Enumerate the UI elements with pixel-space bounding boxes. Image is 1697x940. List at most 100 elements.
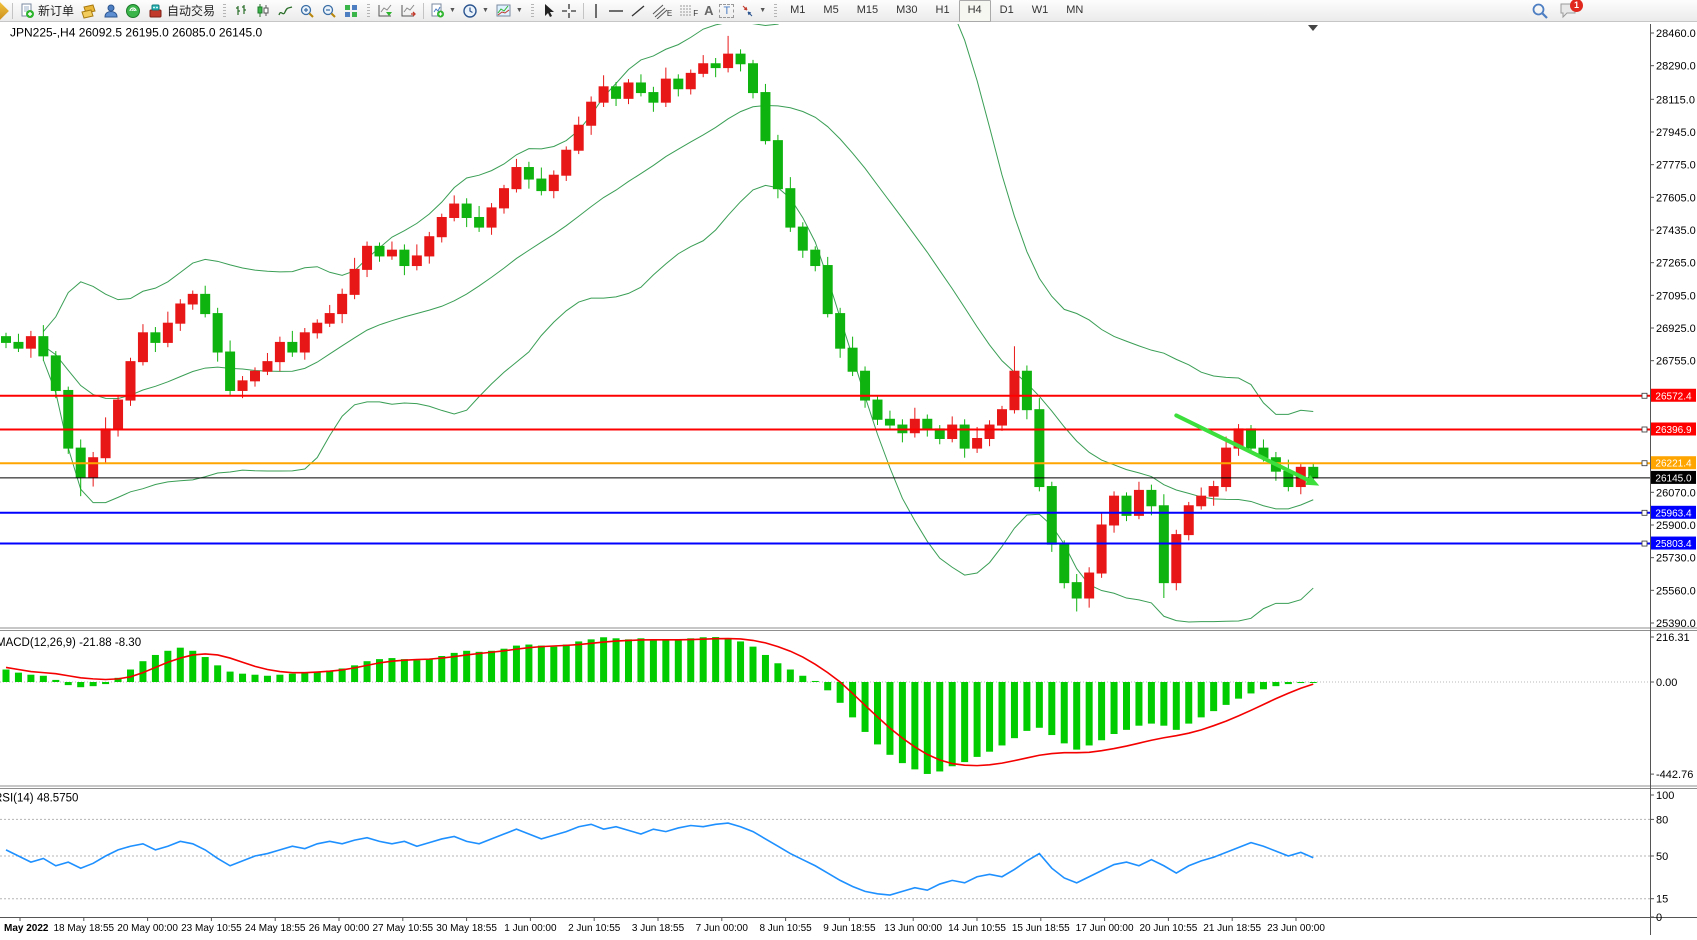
line-handle[interactable] bbox=[1642, 393, 1647, 398]
line-chart-icon bbox=[277, 3, 293, 19]
auto-scroll-icon bbox=[377, 3, 394, 19]
line-handle[interactable] bbox=[1642, 510, 1647, 515]
crosshair-icon bbox=[561, 3, 577, 19]
price-axis-label: 25560.0 bbox=[1656, 585, 1696, 597]
rsi-line bbox=[6, 823, 1313, 895]
price-axis-label: 27435.0 bbox=[1656, 225, 1696, 237]
equidistant-channel-tool[interactable]: E bbox=[649, 0, 675, 22]
price-axis-label: 26070.0 bbox=[1656, 487, 1696, 499]
price-axis-label: 25730.0 bbox=[1656, 553, 1696, 565]
vertical-line-icon bbox=[590, 3, 602, 19]
candles bbox=[2, 36, 1318, 612]
templates-button[interactable]: ▼ bbox=[492, 0, 526, 22]
time-axis-label: 27 May 10:55 bbox=[372, 923, 433, 934]
price-axis-label: 27265.0 bbox=[1656, 258, 1696, 270]
zoom-out-icon bbox=[321, 3, 337, 19]
text-label-tool[interactable]: T bbox=[716, 0, 737, 22]
arrows-tool[interactable]: ▼ bbox=[737, 0, 769, 22]
label-tool-icon: T bbox=[719, 4, 734, 18]
search-icon[interactable] bbox=[1531, 2, 1549, 20]
timeframe-d1[interactable]: D1 bbox=[991, 0, 1023, 22]
time-axis-label: 14 Jun 10:55 bbox=[948, 923, 1006, 934]
candlestick-chart-button[interactable] bbox=[252, 0, 274, 22]
price-axis-label: 25900.0 bbox=[1656, 520, 1696, 532]
autotrading-button[interactable]: 自动交易 bbox=[144, 0, 218, 22]
fibonacci-icon bbox=[678, 3, 694, 19]
timeframe-w1[interactable]: W1 bbox=[1023, 0, 1058, 22]
crosshair-button[interactable] bbox=[558, 0, 580, 22]
macd-axis-label: 0.00 bbox=[1656, 677, 1677, 689]
chart-shift-button[interactable] bbox=[397, 0, 420, 22]
timeframe-h1[interactable]: H1 bbox=[927, 0, 959, 22]
toolbar-right: 1 bbox=[1531, 1, 1579, 21]
tile-windows-button[interactable] bbox=[340, 0, 362, 22]
chevron-down-icon: ▼ bbox=[759, 7, 766, 14]
line-handle[interactable] bbox=[1642, 541, 1647, 546]
chevron-down-icon: ▼ bbox=[516, 7, 523, 14]
rsi-axis-label: 80 bbox=[1656, 814, 1668, 826]
news-button[interactable] bbox=[122, 0, 144, 22]
chevron-down-icon: ▼ bbox=[449, 7, 456, 14]
chart-svg[interactable]: JPN225-,H4 26092.5 26195.0 26085.0 26145… bbox=[0, 0, 1697, 940]
clipped-tool-icon[interactable] bbox=[0, 2, 9, 20]
text-tool-icon: A bbox=[704, 3, 713, 18]
timeframe-h4[interactable]: H4 bbox=[959, 0, 991, 22]
time-axis-label: 9 Jun 18:55 bbox=[823, 923, 876, 934]
rsi-label: RSI(14) 48.5750 bbox=[0, 793, 78, 805]
time-axis-label: 21 Jun 18:55 bbox=[1203, 923, 1261, 934]
shift-marker[interactable] bbox=[1308, 25, 1318, 31]
new-order-icon bbox=[19, 3, 35, 19]
notification-badge: 1 bbox=[1570, 0, 1583, 12]
price-badge-label: 26396.9 bbox=[1655, 425, 1692, 436]
time-axis-label: 23 May 10:55 bbox=[181, 923, 242, 934]
time-axis-label: 3 Jun 18:55 bbox=[632, 923, 685, 934]
market-button[interactable] bbox=[77, 0, 100, 22]
macd-panel[interactable] bbox=[0, 637, 1650, 774]
chevron-down-icon: ▼ bbox=[482, 7, 489, 14]
main-panel[interactable] bbox=[2, 0, 1318, 622]
rsi-panel[interactable] bbox=[0, 819, 1650, 898]
timeframe-m5[interactable]: M5 bbox=[814, 0, 847, 22]
price-axis-label: 26925.0 bbox=[1656, 323, 1696, 335]
line-chart-button[interactable] bbox=[274, 0, 296, 22]
vertical-line-tool[interactable] bbox=[587, 0, 605, 22]
rsi-axis-label: 100 bbox=[1656, 790, 1674, 802]
cursor-button[interactable] bbox=[538, 0, 558, 22]
price-axis-label: 25390.0 bbox=[1656, 618, 1696, 630]
zoom-out-button[interactable] bbox=[318, 0, 340, 22]
price-axis-label: 27605.0 bbox=[1656, 192, 1696, 204]
arrows-icon bbox=[740, 3, 755, 19]
price-axis-label: 28115.0 bbox=[1656, 94, 1695, 106]
bar-chart-button[interactable] bbox=[230, 0, 252, 22]
line-handle[interactable] bbox=[1642, 427, 1647, 432]
timeframe-m15[interactable]: M15 bbox=[848, 0, 887, 22]
indicators-button[interactable]: ▼ bbox=[427, 0, 459, 22]
signals-button[interactable] bbox=[100, 0, 122, 22]
toolbar-grip bbox=[367, 4, 370, 18]
tile-windows-icon bbox=[343, 3, 359, 19]
time-axis-label: 17 Jun 00:00 bbox=[1076, 923, 1134, 934]
price-axis-label: 27775.0 bbox=[1656, 160, 1696, 172]
new-order-button[interactable]: 新订单 bbox=[16, 0, 77, 22]
bollinger-lower bbox=[43, 185, 1313, 622]
trend-arrow[interactable] bbox=[1176, 415, 1312, 482]
line-handle[interactable] bbox=[1642, 461, 1647, 466]
rsi-axis-label: 15 bbox=[1656, 894, 1668, 906]
chat-button[interactable]: 1 bbox=[1559, 1, 1579, 21]
timeframe-mn[interactable]: MN bbox=[1057, 0, 1092, 22]
zoom-in-button[interactable] bbox=[296, 0, 318, 22]
timeframe-m30[interactable]: M30 bbox=[887, 0, 926, 22]
price-badge-label: 26145.0 bbox=[1655, 473, 1692, 484]
periods-button[interactable]: ▼ bbox=[459, 0, 492, 22]
text-tool[interactable]: A bbox=[701, 0, 716, 22]
clock-icon bbox=[462, 3, 478, 19]
rsi-axis-label: 0 bbox=[1656, 912, 1662, 924]
horizontal-line-tool[interactable] bbox=[605, 0, 627, 22]
macd-axis-label: 216.31 bbox=[1656, 632, 1690, 644]
auto-scroll-button[interactable] bbox=[374, 0, 397, 22]
timeframe-m1[interactable]: M1 bbox=[781, 0, 814, 22]
channel-icon bbox=[652, 3, 668, 19]
fibonacci-tool[interactable]: F bbox=[675, 0, 701, 22]
trendline-tool[interactable] bbox=[627, 0, 649, 22]
time-axis-label: 8 Jun 10:55 bbox=[759, 923, 812, 934]
